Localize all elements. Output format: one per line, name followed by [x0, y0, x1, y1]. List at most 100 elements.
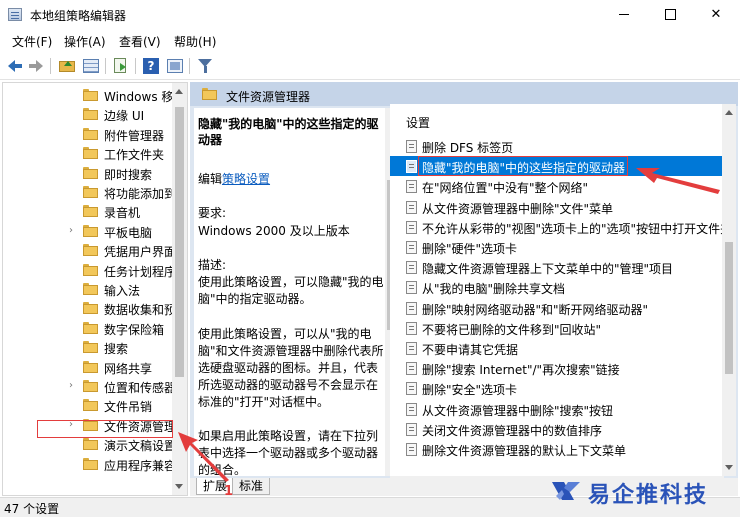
- menu-file[interactable]: 文件(F): [12, 33, 52, 50]
- setting-row[interactable]: 隐藏"我的电脑"中的这些指定的驱动器: [390, 156, 724, 177]
- setting-row[interactable]: 删除"搜索 Internet"/"再次搜索"链接: [390, 358, 724, 378]
- scroll-down-icon[interactable]: [725, 465, 733, 470]
- tab-standard[interactable]: 标准: [232, 478, 271, 495]
- details-header: 文件资源管理器: [190, 82, 738, 106]
- scrollbar-thumb[interactable]: [725, 242, 733, 374]
- policy-setting-icon: [406, 321, 417, 335]
- policy-setting-icon: [406, 402, 417, 416]
- tree-item[interactable]: 演示文稿设置: [3, 435, 177, 454]
- setting-row[interactable]: 不要申请其它凭据: [390, 338, 724, 358]
- forward-button[interactable]: [27, 57, 45, 75]
- setting-row[interactable]: 删除"映射网络驱动器"和"断开网络驱动器": [390, 298, 724, 318]
- tree-item-label: 应用程序兼容: [104, 458, 177, 473]
- folder-icon: [83, 244, 98, 257]
- policy-setting-icon: [406, 261, 417, 275]
- policy-setting-icon: [406, 241, 417, 254]
- setting-row[interactable]: 从文件资源管理器中删除"搜索"按钮: [390, 399, 724, 419]
- tree-item[interactable]: 工作文件夹: [3, 144, 173, 163]
- tree-item[interactable]: › 平板电脑: [3, 222, 173, 241]
- expand-chevron-icon[interactable]: ›: [69, 380, 73, 391]
- folder-icon: [83, 108, 98, 121]
- toolbar-separator: [135, 58, 136, 74]
- description-para-1: 使用此策略设置，可以隐藏"我的电脑"中的指定驱动器。: [198, 275, 384, 306]
- close-button[interactable]: ✕: [693, 0, 739, 30]
- tree-item-label: 边缘 UI: [104, 109, 145, 124]
- folder-icon: [83, 89, 98, 101]
- menu-action[interactable]: 操作(A): [64, 33, 106, 50]
- menu-help[interactable]: 帮助(H): [174, 33, 216, 50]
- tree-item[interactable]: 附件管理器: [3, 125, 173, 144]
- setting-row[interactable]: 不允许从彩带的"视图"选项卡上的"选项"按钮中打开文件夹: [390, 217, 724, 237]
- setting-row[interactable]: 关闭文件资源管理器中的数值排序: [390, 419, 724, 439]
- setting-row[interactable]: 删除 DFS 标签页: [390, 136, 724, 156]
- tree-item[interactable]: 文件吊销: [3, 396, 173, 415]
- maximize-icon: [664, 9, 676, 20]
- setting-row[interactable]: 不要将已删除的文件移到"回收站": [390, 318, 724, 338]
- tree-item[interactable]: Windows 移动: [3, 86, 185, 105]
- policy-setting-icon: [406, 342, 417, 355]
- tree-item[interactable]: 凭据用户界面: [3, 241, 176, 260]
- annotation-number: 1: [224, 484, 234, 499]
- help-icon: ?: [143, 58, 159, 74]
- folder-icon: [83, 205, 98, 218]
- details-header-title: 文件资源管理器: [226, 90, 311, 104]
- tree-item[interactable]: 任务计划程序: [3, 261, 176, 280]
- setting-label: 删除文件资源管理器的默认上下文菜单: [422, 444, 627, 458]
- tree-item[interactable]: 数据收集和预: [3, 299, 177, 318]
- setting-row[interactable]: 隐藏文件资源管理器上下文菜单中的"管理"项目: [390, 257, 724, 277]
- edit-policy-link[interactable]: 策略设置: [222, 172, 270, 186]
- tree-item[interactable]: › 位置和传感器: [3, 377, 176, 396]
- description-heading: 描述:: [198, 258, 227, 272]
- menu-view[interactable]: 查看(V): [119, 33, 161, 50]
- setting-label: 从"我的电脑"删除共享文档: [422, 282, 566, 297]
- tree-item[interactable]: 即时搜索: [3, 164, 173, 183]
- scroll-up-icon[interactable]: [725, 110, 733, 115]
- tree-item-label: 数据收集和预: [104, 303, 177, 318]
- app-window: 本地组策略编辑器 ✕ 文件(F) 操作(A) 查看(V) 帮助(H) ? Win…: [0, 0, 740, 517]
- setting-row[interactable]: 从"我的电脑"删除共享文档: [390, 277, 724, 297]
- policy-setting-icon: [406, 443, 417, 456]
- expand-chevron-icon[interactable]: ›: [69, 225, 73, 236]
- setting-row[interactable]: 删除"安全"选项卡: [390, 378, 724, 398]
- tree-item[interactable]: 录音机: [3, 202, 173, 221]
- brand-logo-icon: [552, 482, 580, 500]
- export-list-button[interactable]: [112, 57, 130, 75]
- description-pane: 隐藏"我的电脑"中的这些指定的驱动器 编辑策略设置 要求: Windows 20…: [194, 108, 385, 476]
- minimize-button[interactable]: [601, 0, 647, 30]
- properties-view-button[interactable]: [166, 57, 184, 75]
- setting-row[interactable]: 删除"硬件"选项卡: [390, 237, 724, 257]
- settings-column-header[interactable]: 设置: [406, 114, 430, 131]
- setting-label: 隐藏文件资源管理器上下文菜单中的"管理"项目: [422, 262, 674, 277]
- setting-row[interactable]: 从文件资源管理器中删除"文件"菜单: [390, 197, 724, 217]
- tree-item[interactable]: 边缘 UI: [3, 105, 173, 124]
- setting-label: 不允许从彩带的"视图"选项卡上的"选项"按钮中打开文件夹: [422, 221, 724, 236]
- settings-list-scrollbar[interactable]: [722, 104, 736, 476]
- back-button[interactable]: [6, 57, 24, 75]
- folder-icon: [83, 283, 98, 295]
- tree-item[interactable]: 应用程序兼容: [3, 455, 177, 474]
- policy-setting-icon: [406, 140, 417, 153]
- scroll-down-icon[interactable]: [175, 484, 183, 489]
- filter-button[interactable]: [196, 57, 214, 75]
- tree-scrollbar[interactable]: [172, 83, 187, 495]
- show-hide-tree-button[interactable]: [82, 57, 100, 75]
- policy-setting-icon: [406, 220, 417, 234]
- scrollbar-thumb[interactable]: [175, 107, 184, 377]
- help-button[interactable]: ?: [142, 57, 160, 75]
- setting-row[interactable]: 删除文件资源管理器的默认上下文菜单: [390, 439, 724, 459]
- tree-item[interactable]: 搜索: [3, 338, 173, 357]
- setting-label: 从文件资源管理器中删除"搜索"按钮: [422, 403, 614, 418]
- tree-item[interactable]: 输入法: [3, 280, 173, 299]
- tree-item[interactable]: 数字保险箱: [3, 319, 173, 338]
- requirements-text: Windows 2000 及以上版本: [198, 224, 350, 238]
- scroll-up-icon[interactable]: [175, 89, 183, 94]
- policy-setting-icon: [406, 362, 417, 376]
- setting-label: 关闭文件资源管理器中的数值排序: [422, 423, 603, 438]
- maximize-button[interactable]: [647, 0, 693, 30]
- tree-item[interactable]: 将功能添加到: [3, 183, 176, 202]
- up-one-level-button[interactable]: [58, 57, 76, 75]
- folder-icon: [83, 438, 98, 451]
- tree-item[interactable]: 网络共享: [3, 358, 173, 377]
- setting-row[interactable]: 在"网络位置"中没有"整个网络": [390, 176, 724, 196]
- tree-item-label: 演示文稿设置: [104, 439, 177, 454]
